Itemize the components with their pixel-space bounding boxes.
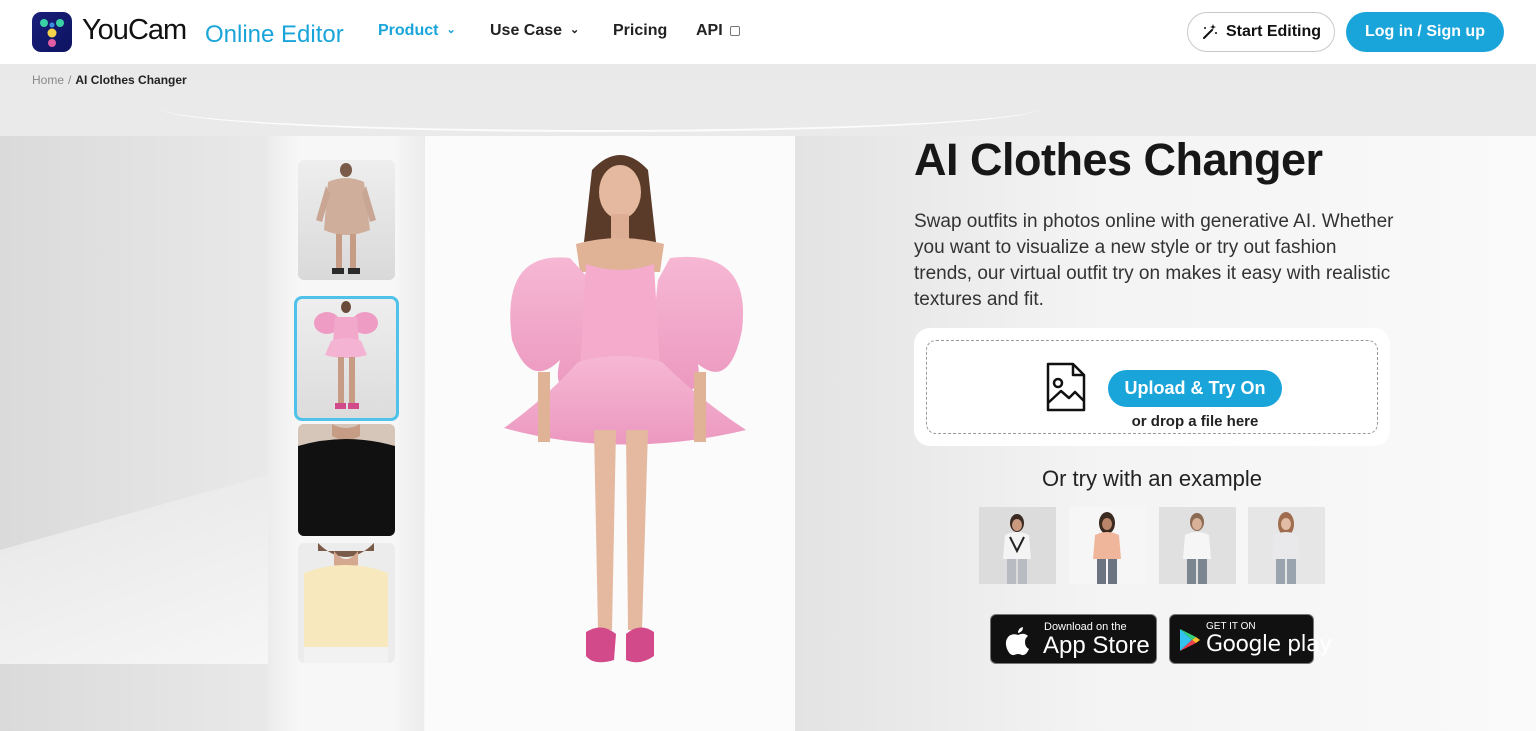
app-store-badge[interactable]: Download on the App Store <box>990 614 1157 664</box>
outfit-thumbnail-satin-dress[interactable] <box>298 160 395 280</box>
apple-icon <box>1005 627 1029 656</box>
google-play-small-text: GET IT ON <box>1206 621 1256 632</box>
image-upload-icon <box>1046 362 1086 412</box>
breadcrumb: Home / AI Clothes Changer <box>32 73 187 87</box>
google-play-badge[interactable]: GET IT ON Google play <box>1169 614 1332 664</box>
upload-try-on-button[interactable]: Upload & Try On <box>1108 370 1282 407</box>
logo-subtitle[interactable]: Online Editor <box>205 21 344 49</box>
nav-use-case-label: Use Case <box>490 22 563 39</box>
file-drop-zone[interactable]: Upload & Try On or drop a file here <box>926 340 1378 434</box>
login-signup-button[interactable]: Log in / Sign up <box>1346 12 1504 52</box>
upload-try-on-label: Upload & Try On <box>1124 378 1266 398</box>
nav-product-label: Product <box>378 22 439 39</box>
chevron-down-icon: ⌄ <box>446 24 456 36</box>
chevron-down-icon: ⌄ <box>570 24 580 36</box>
nav-use-case[interactable]: Use Case ⌄ <box>490 22 579 40</box>
outfit-thumbnail-black-top[interactable] <box>298 424 395 536</box>
backdrop-ceiling-line <box>160 108 1040 132</box>
nav-api[interactable]: API <box>696 22 740 40</box>
upload-card[interactable]: Upload & Try On or drop a file here <box>914 328 1390 446</box>
breadcrumb-current: AI Clothes Changer <box>75 73 187 87</box>
breadcrumb-separator: / <box>68 73 72 87</box>
page-title: AI Clothes Changer <box>914 134 1323 185</box>
drop-file-hint: or drop a file here <box>1131 413 1259 430</box>
outfit-thumbnail-yellow-knit[interactable] <box>298 543 395 663</box>
youcam-logo-icon[interactable] <box>32 12 72 52</box>
example-photo-2[interactable] <box>1069 507 1146 584</box>
nav-api-label: API <box>696 22 723 39</box>
start-editing-button[interactable]: Start Editing <box>1187 12 1335 52</box>
google-play-icon <box>1180 629 1200 651</box>
external-link-icon <box>729 26 740 36</box>
nav-pricing[interactable]: Pricing <box>613 22 667 40</box>
top-nav-bar: YouCam Online Editor Product ⌄ Use Case ⌄ … <box>0 0 1536 64</box>
example-photo-1[interactable] <box>979 507 1056 584</box>
nav-pricing-label: Pricing <box>613 22 668 39</box>
start-editing-label: Start Editing <box>1225 23 1322 40</box>
page-description: Swap outfits in photos online with gener… <box>914 211 1394 310</box>
magic-wand-icon <box>1202 24 1217 39</box>
logo-wordmark[interactable]: YouCam <box>82 14 187 47</box>
login-signup-label: Log in / Sign up <box>1365 23 1485 40</box>
example-photo-3[interactable] <box>1159 507 1236 584</box>
example-heading: Or try with an example <box>1041 466 1263 491</box>
google-play-big-text: Google play <box>1206 632 1332 657</box>
example-photo-4[interactable] <box>1248 507 1325 584</box>
app-store-big-text: App Store <box>1043 632 1150 659</box>
nav-product[interactable]: Product ⌄ <box>378 22 456 40</box>
outfit-thumbnail-pink-ruffle-dress-selected[interactable] <box>294 296 399 421</box>
main-model-image <box>490 140 760 700</box>
breadcrumb-home[interactable]: Home <box>32 73 64 87</box>
